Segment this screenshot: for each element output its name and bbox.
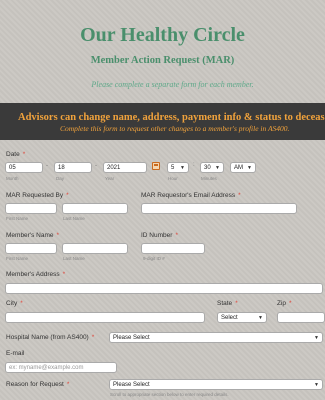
state-label: State * [217, 300, 238, 307]
requested-by-first-name-input[interactable] [5, 203, 57, 214]
chevron-down-icon: ▼ [180, 165, 185, 171]
ampm-select[interactable]: AM ▼ [230, 162, 256, 173]
banner-subtext: Complete this form to request other chan… [60, 124, 290, 133]
date-separator: - [95, 163, 97, 169]
date-hour-sublabel: Hour [168, 176, 178, 181]
form-subtitle: Member Action Request (MAR) [90, 55, 235, 66]
member-address-input[interactable] [5, 283, 323, 294]
zip-input[interactable] [277, 312, 325, 323]
reason-select[interactable]: Please Select ▼ [109, 379, 323, 390]
date-month-input[interactable]: 05 [5, 162, 43, 173]
requested-by-last-name-input[interactable] [62, 203, 128, 214]
time-separator: : [193, 162, 195, 168]
form-title: Our Healthy Circle [80, 24, 245, 46]
form-note: Please complete a separate form for each… [91, 80, 254, 89]
email-label: E-mail [6, 350, 25, 357]
banner-heading: Advisors can change name, address, payme… [18, 112, 325, 123]
date-minutes-sublabel: Minutes [201, 176, 217, 181]
chevron-down-icon: ▼ [247, 165, 252, 171]
chevron-down-icon: ▼ [258, 315, 263, 321]
date-year-sublabel: Year [105, 176, 115, 181]
city-input[interactable] [5, 312, 205, 323]
minutes-select[interactable]: 30 ▼ [200, 162, 224, 173]
date-day-sublabel: Day [56, 176, 65, 181]
id-number-input[interactable] [141, 243, 205, 254]
hospital-label: Hospital Name (from AS400) * [6, 334, 95, 341]
id-number-sublabel: 9-digit ID # [143, 256, 165, 261]
zip-label: Zip * [277, 300, 292, 307]
email-input[interactable]: ex: myname@example.com [5, 362, 117, 373]
info-banner: Advisors can change name, address, payme… [0, 103, 325, 140]
member-last-name-input[interactable] [62, 243, 128, 254]
date-day-input[interactable]: 18 [54, 162, 92, 173]
requestor-email-input[interactable] [141, 203, 297, 214]
chevron-down-icon: ▼ [314, 382, 319, 388]
member-name-label: Member's Name * [6, 232, 60, 239]
last-name-sublabel: Last Name [63, 256, 85, 261]
date-year-input[interactable]: 2021 [103, 162, 147, 173]
chevron-down-icon: ▼ [314, 335, 319, 341]
first-name-sublabel: First Name [6, 216, 29, 221]
chevron-down-icon: ▼ [215, 165, 220, 171]
member-address-label: Member's Address * [6, 271, 66, 278]
id-number-label: ID Number * [141, 232, 178, 239]
state-select[interactable]: Select ▼ [217, 312, 267, 323]
city-label: City * [6, 300, 23, 307]
member-first-name-input[interactable] [5, 243, 57, 254]
hour-select[interactable]: 5 ▼ [167, 162, 189, 173]
calendar-icon[interactable] [152, 162, 160, 170]
requestor-email-label: MAR Requestor's Email Address * [141, 192, 241, 199]
reason-label: Reason for Request * [6, 381, 70, 388]
mar-requested-by-label: MAR Requested By * [6, 192, 69, 199]
reason-help-text: Scroll to appropriate section below to e… [110, 392, 229, 397]
date-separator: - [46, 163, 48, 169]
date-label: Date * [6, 151, 26, 158]
first-name-sublabel: First Name [6, 256, 29, 261]
last-name-sublabel: Last Name [63, 216, 85, 221]
date-month-sublabel: Month [6, 176, 19, 181]
hospital-select[interactable]: Please Select ▼ [109, 332, 323, 343]
